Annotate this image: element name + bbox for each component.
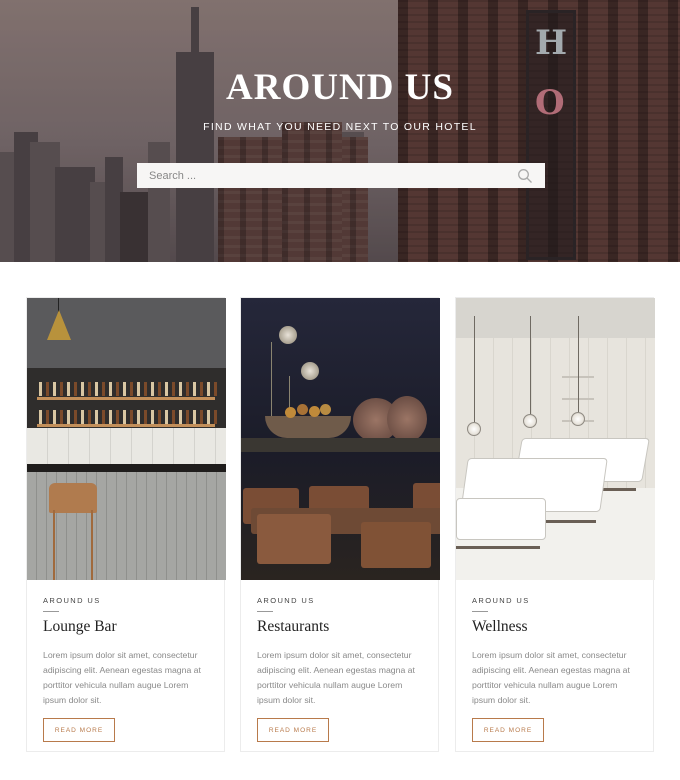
bar-stool bbox=[49, 483, 97, 513]
pendant-lamp bbox=[523, 414, 537, 428]
card-restaurants: AROUND US Restaurants Lorem ipsum dolor … bbox=[240, 297, 440, 752]
fruit-bowl bbox=[265, 416, 351, 438]
flower bbox=[301, 362, 319, 380]
card-text: Lorem ipsum dolor sit amet, consectetur … bbox=[43, 650, 201, 705]
card-lounge-bar: AROUND US Lounge Bar Lorem ipsum dolor s… bbox=[26, 297, 226, 752]
card-eyebrow: AROUND US bbox=[43, 596, 101, 605]
card-eyebrow: AROUND US bbox=[257, 596, 315, 605]
lamp-cord bbox=[474, 316, 475, 422]
restaurant-photo bbox=[241, 298, 440, 580]
stool-leg bbox=[53, 510, 55, 580]
search-icon[interactable] bbox=[517, 168, 533, 184]
tile-backsplash bbox=[27, 428, 226, 468]
stool-leg bbox=[91, 510, 93, 580]
bar-shelf bbox=[37, 397, 215, 400]
flower-stem bbox=[271, 342, 272, 422]
page-title: AROUND US bbox=[226, 67, 454, 108]
pendant-lamp bbox=[571, 412, 585, 426]
pendant-lamp bbox=[47, 310, 71, 340]
pendant-lamp bbox=[467, 422, 481, 436]
card-eyebrow: AROUND US bbox=[472, 596, 530, 605]
chair bbox=[361, 522, 431, 568]
read-more-button[interactable]: READ MORE bbox=[43, 718, 115, 742]
divider bbox=[257, 611, 273, 612]
read-more-button[interactable]: READ MORE bbox=[257, 718, 329, 742]
decor-plate bbox=[387, 396, 427, 442]
bottle-row bbox=[39, 382, 217, 396]
card-title: Restaurants bbox=[257, 618, 330, 635]
card-text: Lorem ipsum dolor sit amet, consectetur … bbox=[472, 650, 630, 705]
fruit bbox=[285, 407, 296, 418]
search-input[interactable] bbox=[149, 169, 517, 182]
bottle-row bbox=[39, 410, 217, 424]
card-grid: AROUND US Lounge Bar Lorem ipsum dolor s… bbox=[26, 297, 656, 752]
fruit bbox=[320, 404, 331, 415]
card-title: Lounge Bar bbox=[43, 618, 117, 635]
flower bbox=[279, 326, 297, 344]
lamp-cord bbox=[578, 316, 579, 412]
fruit bbox=[309, 406, 320, 417]
wellness-photo bbox=[456, 298, 655, 580]
photo-ceiling bbox=[456, 298, 655, 338]
lounger bbox=[456, 498, 546, 540]
bar-counter bbox=[27, 464, 226, 472]
wall-shelf bbox=[241, 438, 440, 452]
lounger-base bbox=[456, 546, 540, 549]
read-more-button[interactable]: READ MORE bbox=[472, 718, 544, 742]
divider bbox=[472, 611, 488, 612]
card-title: Wellness bbox=[472, 618, 528, 635]
card-text: Lorem ipsum dolor sit amet, consectetur … bbox=[257, 650, 415, 705]
bar-shelf bbox=[37, 424, 215, 427]
lamp-cord bbox=[530, 316, 531, 414]
card-wellness: AROUND US Wellness Lorem ipsum dolor sit… bbox=[455, 297, 655, 752]
divider bbox=[43, 611, 59, 612]
chair bbox=[257, 514, 331, 564]
lounge-bar-photo bbox=[27, 298, 226, 580]
fruit bbox=[297, 404, 308, 415]
search-bar[interactable] bbox=[137, 163, 545, 188]
page-subtitle: FIND WHAT YOU NEED NEXT TO OUR HOTEL bbox=[203, 121, 477, 133]
hero-banner: H O AROUND US FIND WHAT YOU NEED NEXT TO… bbox=[0, 0, 680, 262]
